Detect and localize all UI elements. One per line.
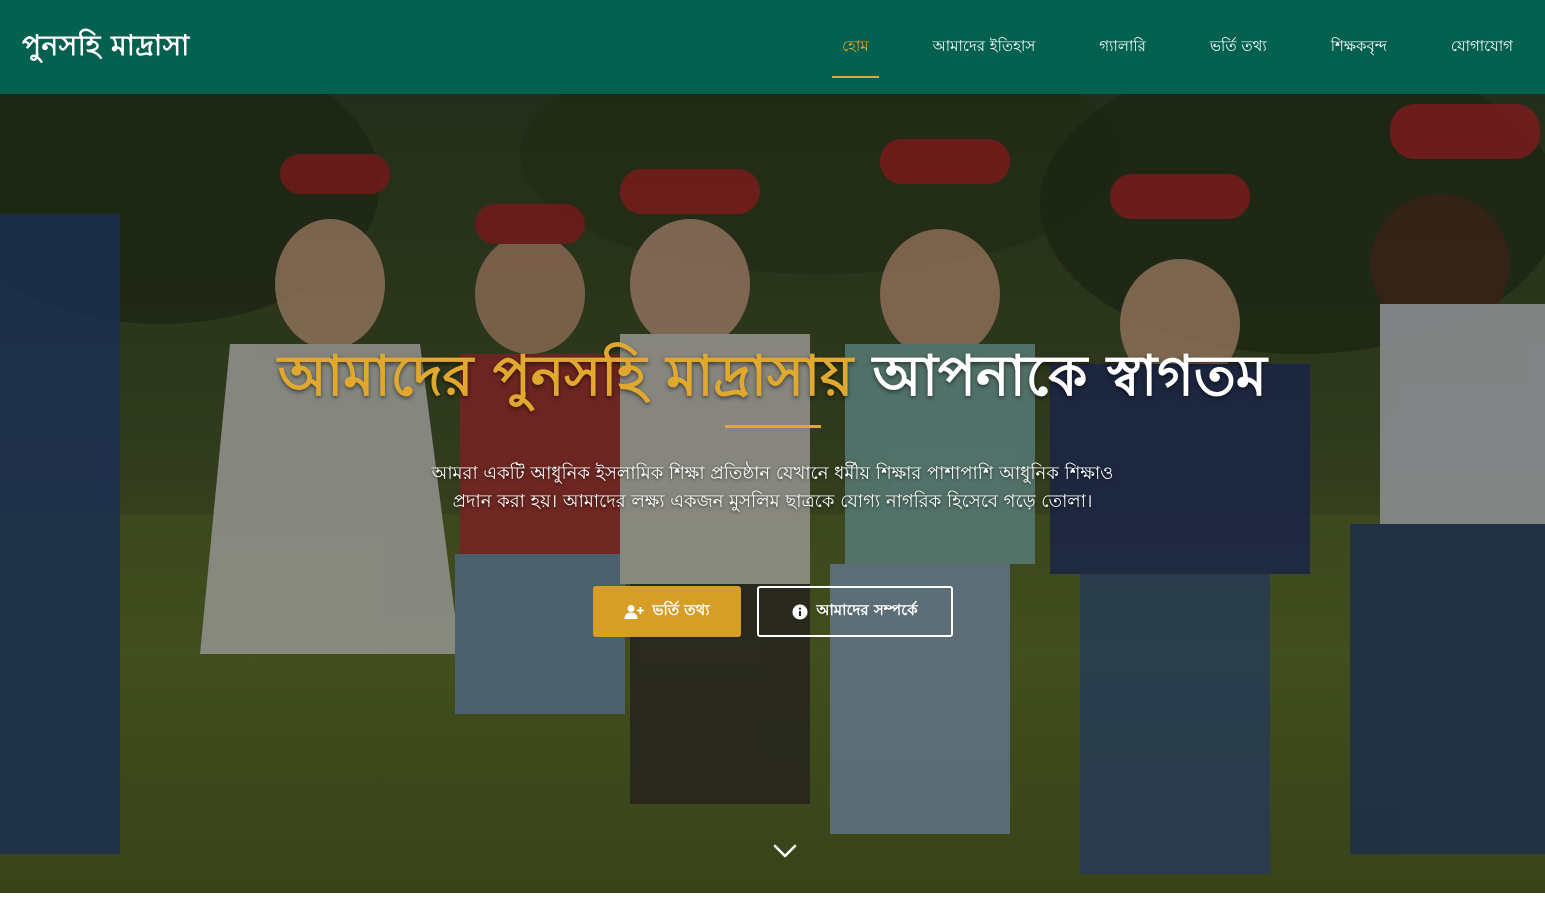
page-bottom-strip <box>0 893 1545 900</box>
nav-item-gallery[interactable]: গ্যালারি <box>1089 27 1156 68</box>
nav-item-admission[interactable]: ভর্তি তথ্য <box>1200 27 1277 68</box>
nav-menu: হোম আমাদের ইতিহাস গ্যালারি ভর্তি তথ্য শি… <box>788 0 1523 94</box>
nav-item-teachers[interactable]: শিক্ষকবৃন্দ <box>1321 27 1397 68</box>
admission-info-button[interactable]: ভর্তি তথ্য <box>593 586 741 637</box>
admission-info-button-label: ভর্তি তথ্য <box>652 601 710 619</box>
chevron-down-icon[interactable] <box>772 842 798 860</box>
nav-item-home[interactable]: হোম <box>832 27 879 78</box>
hero-divider <box>725 425 821 428</box>
user-plus-icon <box>624 604 645 619</box>
hero-title: আমাদের পুনসহি মাদ্রাসায় আপনাকে স্বাগতম <box>0 342 1545 412</box>
about-us-button[interactable]: আমাদের সম্পর্কে <box>757 586 953 637</box>
nav-item-contact[interactable]: যোগাযোগ <box>1441 27 1523 68</box>
info-circle-icon <box>792 604 808 619</box>
brand-logo-text[interactable]: পুনসহি মাদ্রাসা <box>22 24 190 71</box>
top-navbar: পুনসহি মাদ্রাসা হোম আমাদের ইতিহাস গ্যালা… <box>0 0 1545 94</box>
hero-title-rest: আপনাকে স্বাগতম <box>872 344 1268 409</box>
nav-item-history[interactable]: আমাদের ইতিহাস <box>923 27 1046 68</box>
hero-section: আমাদের পুনসহি মাদ্রাসায় আপনাকে স্বাগতম … <box>0 94 1545 893</box>
about-us-button-label: আমাদের সম্পর্কে <box>816 601 918 619</box>
hero-content: আমাদের পুনসহি মাদ্রাসায় আপনাকে স্বাগতম … <box>0 94 1545 893</box>
hero-title-highlight: আমাদের পুনসহি মাদ্রাসায় <box>277 344 854 409</box>
hero-description: আমরা একটি আধুনিক ইসলামিক শিক্ষা প্রতিষ্ঠ… <box>431 463 1114 512</box>
